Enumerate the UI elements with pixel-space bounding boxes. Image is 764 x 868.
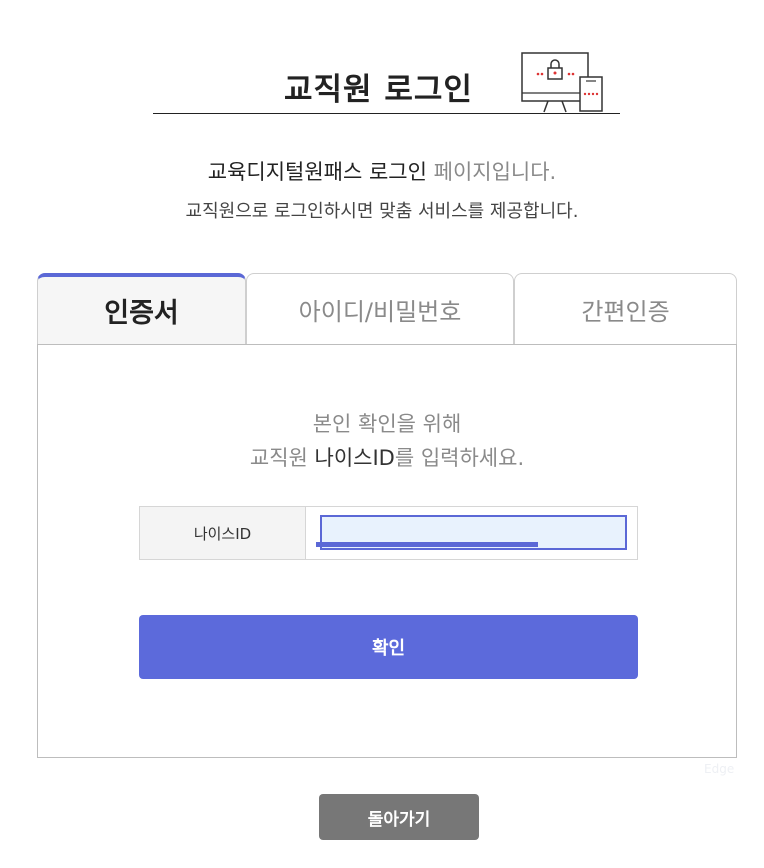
guide-line-2: 교직원 나이스ID를 입력하세요. (38, 441, 736, 475)
guide-line-1: 본인 확인을 위해 (312, 412, 462, 436)
computer-lock-icon (521, 52, 603, 113)
intro-line-1: 교육디지털원패스 로그인 페이지입니다. (0, 156, 764, 186)
input-focus-underline (316, 542, 538, 547)
login-tabs: 인증서 아이디/비밀번호 간편인증 (37, 273, 737, 345)
confirm-button[interactable]: 확인 (139, 615, 638, 679)
guide-neis-id: 나이스ID (314, 446, 395, 470)
intro-line-2: 교직원으로 로그인하시면 맞춤 서비스를 제공합니다. (185, 201, 579, 222)
certificate-panel: 본인 확인을 위해 교직원 나이스ID를 입력하세요. 나이스ID 확인 (37, 344, 737, 758)
guide-text: 본인 확인을 위해 교직원 나이스ID를 입력하세요. (38, 407, 736, 475)
neis-id-field-row: 나이스ID (139, 506, 638, 560)
header-divider (153, 113, 620, 114)
intro-service-name: 교육디지털원패스 로그인 (207, 160, 427, 184)
tab-id-password[interactable]: 아이디/비밀번호 (246, 273, 514, 344)
edge-watermark: Edge (704, 762, 735, 776)
tab-simple-auth[interactable]: 간편인증 (514, 273, 737, 344)
page-title: 교직원 로그인 (284, 72, 473, 108)
guide-suffix: 를 입력하세요. (394, 446, 525, 470)
neis-id-input-wrap (306, 507, 637, 559)
neis-id-label: 나이스ID (140, 507, 306, 559)
tab-certificate[interactable]: 인증서 (37, 273, 246, 344)
intro-suffix: 페이지입니다. (426, 160, 557, 184)
guide-prefix: 교직원 (249, 446, 315, 470)
back-button[interactable]: 돌아가기 (319, 794, 479, 840)
page-header: 교직원 로그인 (153, 48, 620, 114)
